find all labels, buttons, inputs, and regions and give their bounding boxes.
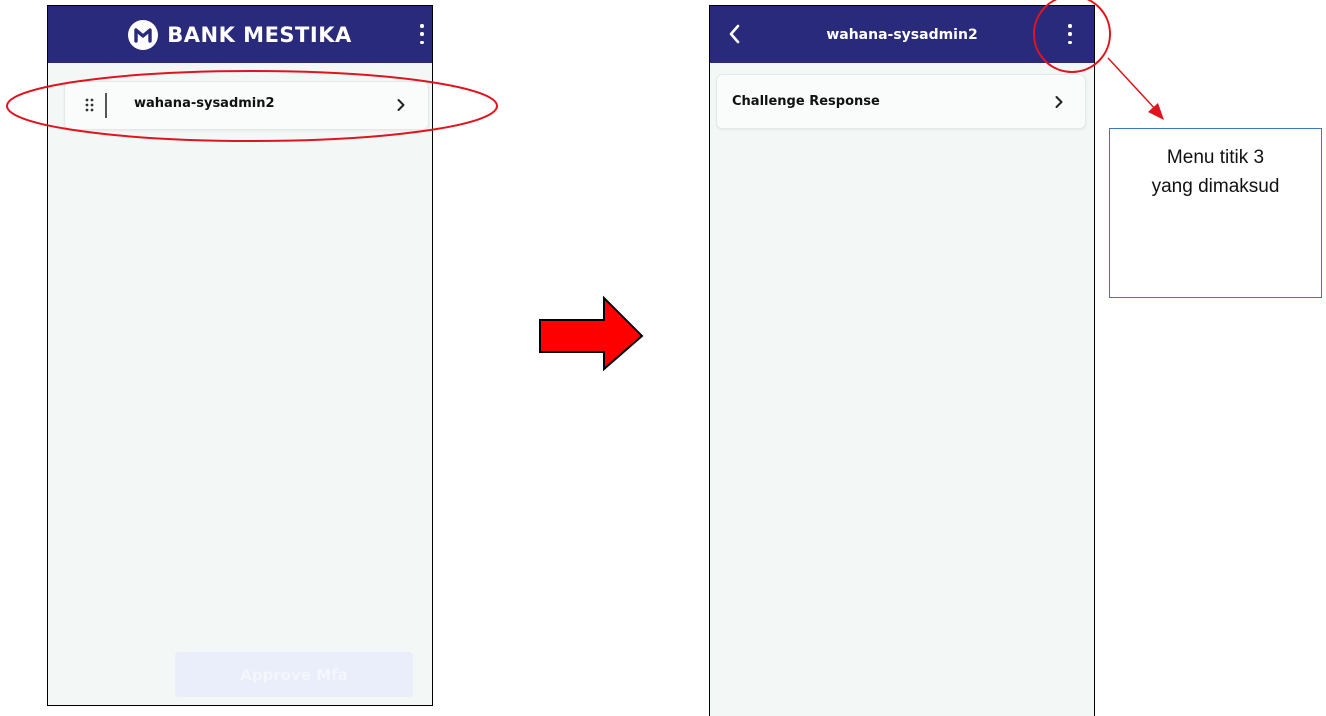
drag-handle-icon[interactable] bbox=[85, 98, 95, 112]
app-bar: BANK MESTIKA bbox=[48, 6, 432, 63]
brand-title: BANK MESTIKA bbox=[167, 22, 352, 47]
brand-header: BANK MESTIKA bbox=[48, 6, 432, 63]
chevron-right-icon bbox=[1055, 96, 1063, 108]
callout-line-2: yang dimaksud bbox=[1151, 176, 1280, 197]
app-bar: wahana-sysadmin2 bbox=[710, 6, 1094, 63]
menu-item-label: Challenge Response bbox=[732, 94, 880, 109]
more-vert-icon[interactable] bbox=[1064, 24, 1076, 44]
big-right-arrow-icon bbox=[539, 295, 644, 372]
pointer-arrow-icon bbox=[1107, 57, 1164, 120]
chevron-right-icon bbox=[397, 99, 405, 111]
logo-m-glyph bbox=[134, 27, 152, 43]
annotation-callout: Menu titik 3 yang dimaksud bbox=[1109, 128, 1322, 298]
item-divider bbox=[105, 93, 107, 118]
account-list-item[interactable]: wahana-sysadmin2 bbox=[64, 81, 429, 130]
page-title: wahana-sysadmin2 bbox=[826, 26, 978, 43]
account-name: wahana-sysadmin2 bbox=[134, 96, 275, 111]
right-phone-screen: wahana-sysadmin2 Challenge Response bbox=[709, 5, 1095, 716]
callout-line-1: Menu titik 3 bbox=[1166, 147, 1265, 168]
left-phone-screen: BANK MESTIKA wahana-sysadmin2 Approve Mf… bbox=[47, 5, 433, 706]
bank-mestika-logo-icon bbox=[128, 19, 159, 50]
challenge-response-item[interactable]: Challenge Response bbox=[716, 74, 1086, 129]
more-vert-icon[interactable] bbox=[416, 24, 428, 44]
approve-mfa-button[interactable]: Approve Mfa bbox=[175, 652, 413, 697]
